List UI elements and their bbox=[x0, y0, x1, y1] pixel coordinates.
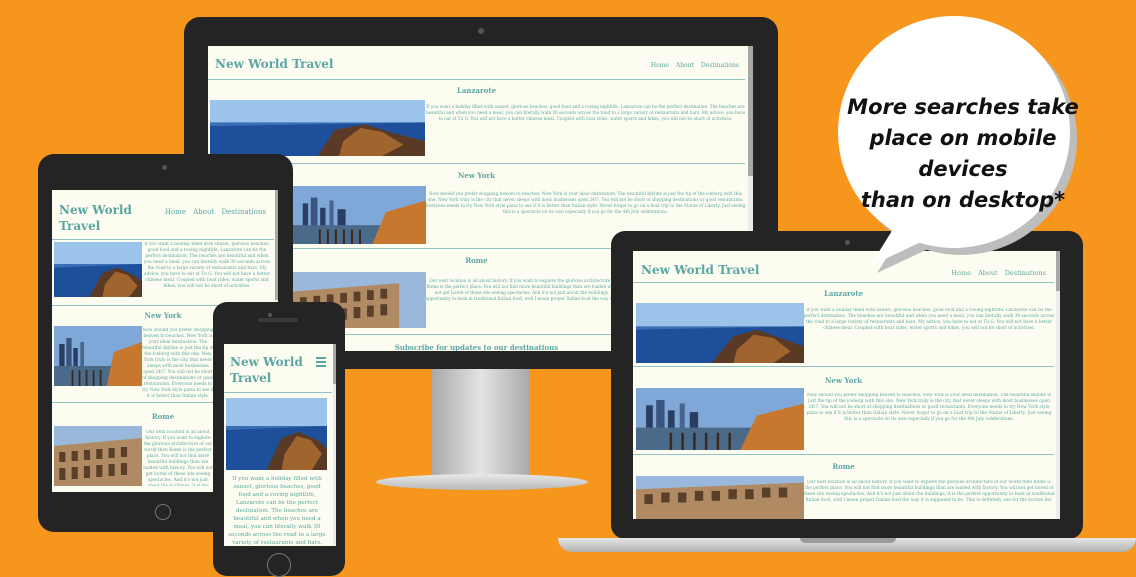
rome-photo bbox=[54, 426, 142, 486]
destination-text-new-york: Now should you prefer shopping heaven to… bbox=[425, 191, 746, 214]
destination-heading-new-york: New York bbox=[825, 376, 862, 385]
nav-destinations[interactable]: Destinations bbox=[222, 208, 266, 216]
scrollbar-thumb[interactable] bbox=[748, 46, 753, 176]
monitor-camera-icon bbox=[478, 28, 484, 34]
destination-text-lanzarote: If you want a holiday filled with sunset… bbox=[228, 476, 326, 545]
destination-text-lanzarote: If you want a holiday filled with sunset… bbox=[425, 104, 746, 121]
destination-text-new-york: Now should you prefer shopping heaven to… bbox=[806, 393, 1052, 422]
lanzarote-photo bbox=[54, 242, 142, 297]
callout-line-2: place on mobile devices bbox=[869, 126, 1057, 181]
monitor-base bbox=[376, 474, 588, 490]
header-divider bbox=[224, 392, 332, 393]
monitor-stand bbox=[432, 369, 530, 479]
scrollbar-thumb[interactable] bbox=[275, 190, 278, 300]
nav-home[interactable]: Home bbox=[165, 208, 186, 216]
nav-home[interactable]: Home bbox=[651, 62, 669, 69]
section-divider bbox=[633, 454, 1054, 455]
phone-camera-icon bbox=[268, 313, 272, 317]
new-york-photo bbox=[292, 186, 426, 244]
destination-heading-rome: Rome bbox=[832, 462, 855, 471]
site-title[interactable]: New World Travel bbox=[230, 354, 310, 386]
destination-text-rome: Our next location is all about history. … bbox=[803, 480, 1055, 503]
lanzarote-photo bbox=[226, 398, 327, 470]
tablet-home-button-icon bbox=[155, 504, 171, 520]
header-divider bbox=[633, 282, 1054, 283]
lanzarote-photo bbox=[636, 303, 804, 363]
scrollbar-thumb[interactable] bbox=[333, 344, 336, 384]
site-title[interactable]: New World Travel bbox=[215, 57, 333, 71]
laptop-screen: New World Travel Home About Destinations… bbox=[633, 251, 1060, 519]
section-divider bbox=[633, 366, 1054, 367]
nav-menu: Home About Destinations bbox=[160, 208, 266, 216]
phone-scrollbar[interactable] bbox=[333, 344, 336, 546]
nav-about[interactable]: About bbox=[676, 62, 694, 69]
header-divider bbox=[208, 79, 745, 80]
new-york-photo bbox=[54, 326, 142, 386]
destination-text-new-york: Now should you prefer shopping heaven to… bbox=[142, 328, 214, 398]
site-title[interactable]: New World Travel bbox=[641, 263, 759, 277]
destination-heading-lanzarote: Lanzarote bbox=[456, 86, 497, 95]
callout-line-1: More searches take bbox=[847, 95, 1079, 119]
laptop-notch bbox=[800, 538, 896, 543]
site-title[interactable]: New World Travel bbox=[59, 202, 139, 234]
phone-speaker bbox=[258, 318, 298, 322]
phone-screen: New World Travel If you want a holiday f… bbox=[224, 344, 336, 546]
destination-text-lanzarote: If you want a holiday filled with sunset… bbox=[143, 242, 271, 289]
new-york-photo bbox=[636, 388, 804, 450]
hamburger-menu-icon[interactable] bbox=[316, 357, 326, 367]
nav-menu: Home About Destinations bbox=[646, 62, 739, 69]
destination-heading-lanzarote: Lanzarote bbox=[823, 289, 864, 298]
rome-photo bbox=[636, 476, 804, 519]
tablet-camera-icon bbox=[162, 165, 167, 170]
lanzarote-photo bbox=[210, 100, 425, 156]
nav-about[interactable]: About bbox=[193, 208, 214, 216]
destination-text-lanzarote: If you want a holiday filled with sunset… bbox=[803, 308, 1055, 331]
nav-destinations[interactable]: Destinations bbox=[701, 62, 739, 69]
callout-text: More searches take place on mobile devic… bbox=[838, 92, 1088, 216]
destination-text-rome: Our next location is all about history. … bbox=[143, 430, 213, 486]
header-divider bbox=[52, 239, 274, 240]
callout-line-3: than on desktop* bbox=[860, 188, 1066, 212]
laptop-scrollbar[interactable] bbox=[1056, 251, 1060, 519]
phone-home-button-icon bbox=[267, 553, 291, 577]
